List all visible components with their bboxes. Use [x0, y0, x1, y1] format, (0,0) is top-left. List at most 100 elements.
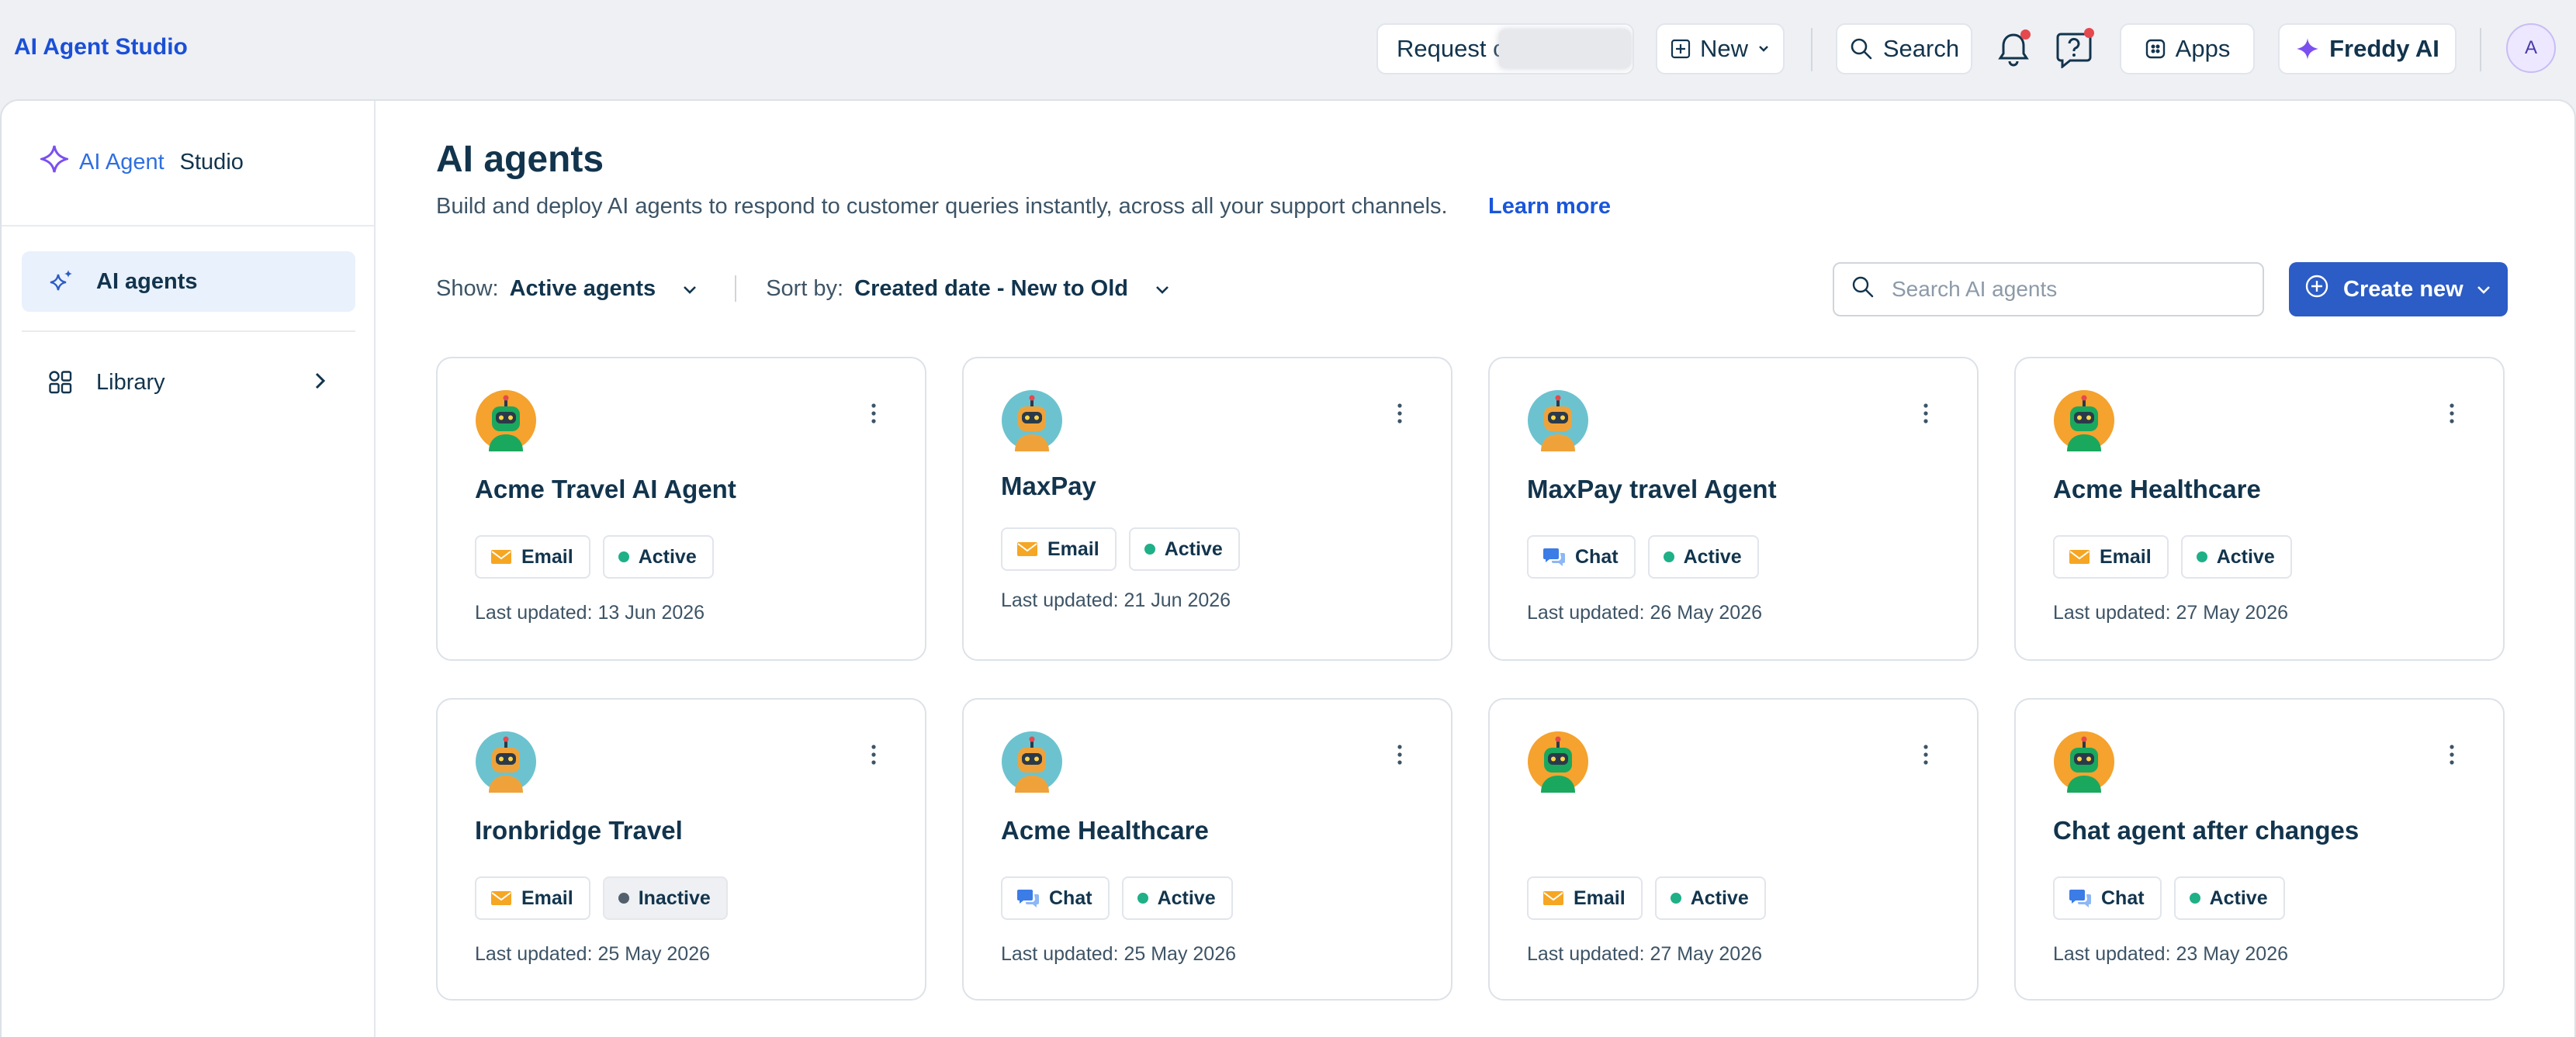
- last-updated: Last updated: 27 May 2026: [2053, 602, 2289, 624]
- help-dot: [2084, 28, 2094, 38]
- divider: [1811, 28, 1813, 71]
- main-panel: AI Agent Studio AI agents Library AI age…: [0, 99, 2576, 1037]
- divider: [2480, 28, 2481, 71]
- apps-button[interactable]: Apps: [2120, 23, 2255, 74]
- new-button[interactable]: New: [1656, 23, 1785, 74]
- more-options-icon[interactable]: [2447, 402, 2457, 425]
- status-dot: [1137, 893, 1148, 904]
- agent-card[interactable]: Email Active Last updated: 27 May 2026: [1488, 698, 1979, 1001]
- channel-label: Chat: [1049, 887, 1092, 909]
- filter-bar: Show: Active agents Sort by: Created dat…: [436, 273, 1170, 304]
- last-updated: Last updated: 13 Jun 2026: [475, 602, 705, 624]
- status-dot: [2196, 551, 2207, 562]
- help-icon[interactable]: [2051, 26, 2096, 71]
- agent-card[interactable]: MaxPay Email Active Last updated: 21 Jun 20…: [962, 357, 1452, 661]
- divider: [735, 275, 737, 302]
- search-box[interactable]: [1833, 262, 2264, 316]
- status-dot: [1144, 544, 1155, 555]
- more-options-icon[interactable]: [1395, 743, 1404, 766]
- notifications-bell-icon[interactable]: [1991, 26, 2036, 71]
- agent-card[interactable]: Acme Travel AI Agent Email Active Last upda…: [436, 357, 926, 661]
- sparkle-icon: [2295, 36, 2320, 61]
- email-icon: [490, 548, 512, 565]
- agent-card[interactable]: Acme Healthcare Chat Active Last updated: 2…: [962, 698, 1452, 1001]
- more-options-icon[interactable]: [869, 402, 878, 425]
- last-updated: Last updated: 23 May 2026: [2053, 943, 2289, 965]
- request-button[interactable]: Request c: [1376, 23, 1634, 74]
- chevron-down-icon[interactable]: [2475, 278, 2492, 307]
- learn-more-link[interactable]: Learn more: [1488, 194, 1611, 219]
- email-icon: [2069, 548, 2090, 565]
- status-dot: [618, 551, 629, 562]
- chevron-down-icon: [1757, 44, 1770, 54]
- plus-circle-icon: [2304, 274, 2329, 305]
- sparkle-icon: [37, 144, 71, 180]
- status-label: Active: [1157, 887, 1216, 909]
- sparkle-icon: [45, 266, 76, 297]
- show-label: Show:: [436, 275, 499, 301]
- freddy-ai-button[interactable]: Freddy AI: [2278, 23, 2457, 74]
- status-badge: Active: [1647, 535, 1759, 579]
- channel-badge: Chat: [2053, 876, 2162, 920]
- agent-tags: Chat Active: [1001, 876, 1233, 920]
- channel-label: Chat: [1575, 545, 1619, 568]
- last-updated: Last updated: 25 May 2026: [1001, 943, 1237, 965]
- email-icon: [1016, 541, 1038, 558]
- more-options-icon[interactable]: [869, 743, 878, 766]
- chevron-down-icon[interactable]: [682, 276, 698, 302]
- channel-badge: Email: [475, 876, 590, 920]
- app-brand[interactable]: AI Agent Studio: [14, 34, 188, 60]
- request-label: Request c: [1397, 35, 1505, 62]
- more-options-icon[interactable]: [2447, 743, 2457, 766]
- more-options-icon[interactable]: [1395, 402, 1404, 425]
- library-icon: [45, 367, 76, 398]
- agent-name: MaxPay travel Agent: [1527, 475, 1777, 503]
- chat-icon: [1016, 887, 1040, 909]
- agent-name: Acme Travel AI Agent: [475, 475, 736, 503]
- notification-dot: [2020, 29, 2031, 40]
- chevron-down-icon[interactable]: [1155, 276, 1170, 302]
- agent-tags: Email Inactive: [475, 876, 728, 920]
- status-label: Active: [1683, 545, 1742, 568]
- green-robot-icon: [2053, 731, 2115, 793]
- sidebar-brand-part2: Studio: [179, 149, 244, 175]
- channel-badge: Email: [1001, 527, 1117, 571]
- last-updated: Last updated: 26 May 2026: [1527, 602, 1763, 624]
- search-icon: [1851, 275, 1875, 304]
- agent-card[interactable]: Acme Healthcare Email Active Last updated: …: [2014, 357, 2505, 661]
- divider: [2, 225, 374, 226]
- sidebar-item-ai-agents[interactable]: AI agents: [22, 251, 355, 312]
- global-search-button[interactable]: Search: [1836, 23, 1972, 74]
- status-label: Inactive: [638, 887, 711, 909]
- new-label: New: [1699, 35, 1748, 62]
- search-input[interactable]: [1892, 277, 2233, 302]
- more-options-icon[interactable]: [1921, 743, 1930, 766]
- sort-dropdown[interactable]: Created date - New to Old: [854, 276, 1128, 302]
- more-options-icon[interactable]: [1921, 402, 1930, 425]
- status-label: Active: [638, 545, 697, 568]
- last-updated: Last updated: 21 Jun 2026: [1001, 589, 1231, 611]
- apps-icon: [2145, 38, 2166, 60]
- agent-card[interactable]: MaxPay travel Agent Chat Active Last update…: [1488, 357, 1979, 661]
- chat-icon: [2069, 887, 2092, 909]
- show-filter-dropdown[interactable]: Active agents: [510, 276, 656, 302]
- sidebar-item-library[interactable]: Library: [22, 352, 355, 413]
- status-badge: Active: [1128, 527, 1240, 571]
- channel-badge: Email: [2053, 535, 2169, 579]
- search-label: Search: [1882, 35, 1960, 62]
- search-icon: [1849, 36, 1874, 61]
- email-icon: [1542, 890, 1564, 907]
- chevron-right-icon: [312, 369, 327, 399]
- create-new-button[interactable]: Create new: [2289, 262, 2508, 316]
- channel-label: Email: [521, 545, 573, 568]
- status-dot: [1670, 893, 1681, 904]
- freddy-label: Freddy AI: [2329, 35, 2439, 62]
- status-badge: Inactive: [602, 876, 728, 920]
- status-label: Active: [2216, 545, 2275, 568]
- channel-badge: Email: [1527, 876, 1643, 920]
- status-badge: Active: [2180, 535, 2292, 579]
- top-bar: AI Agent Studio Request c New Search App…: [0, 0, 2576, 99]
- agent-card[interactable]: Chat agent after changes Chat Active Last u…: [2014, 698, 2505, 1001]
- user-avatar[interactable]: A: [2506, 23, 2556, 73]
- agent-card[interactable]: Ironbridge Travel Email Inactive Last updat…: [436, 698, 926, 1001]
